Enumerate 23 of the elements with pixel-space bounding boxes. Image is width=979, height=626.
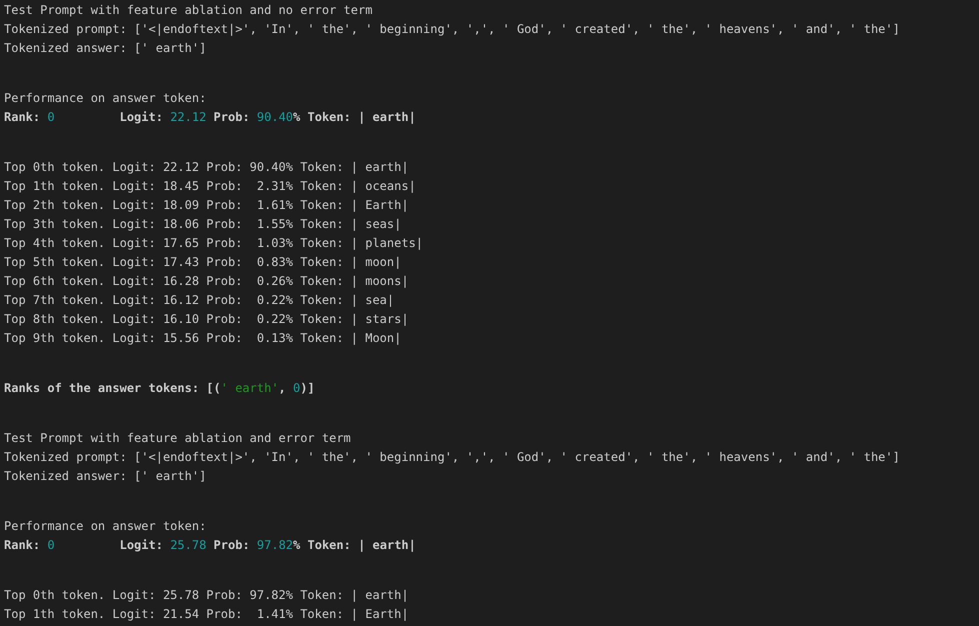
output-line: Tokenized prompt: ['<|endoftext|>', 'In', ' the', ' beginning', ',', ' God', ' created', ' the', ' heavens', ' and', ' the'] (4, 21, 901, 38)
output-line: Top 1th token. Logit: 18.45 Prob: 2.31% Token: | oceans| (4, 178, 417, 195)
output-line: Top 3th token. Logit: 18.06 Prob: 1.55% Token: | seas| (4, 216, 402, 233)
output-line: Test Prompt with feature ablation and error term (4, 430, 352, 447)
output-line: Performance on answer token: (4, 518, 208, 535)
output-line: Test Prompt with feature ablation and no error term (4, 2, 374, 19)
output-line: Tokenized answer: [' earth'] (4, 40, 208, 57)
result-line: Rank: 0 Logit: 22.12 Prob: 90.40% Token: | earth| (4, 109, 417, 126)
output-line: Top 0th token. Logit: 22.12 Prob: 90.40% Token: | earth| (4, 159, 410, 176)
output-line: Top 6th token. Logit: 16.28 Prob: 0.26% Token: | moons| (4, 273, 410, 290)
output-line: Performance on answer token: (4, 90, 208, 107)
output-line: Top 1th token. Logit: 21.54 Prob: 1.41% Token: | Earth| (4, 606, 410, 623)
output-line: Top 8th token. Logit: 16.10 Prob: 0.22% Token: | stars| (4, 311, 410, 328)
output-line: Top 0th token. Logit: 25.78 Prob: 97.82% Token: | earth| (4, 587, 410, 604)
ranks-line: Ranks of the answer tokens: [(' earth', 0)] (4, 380, 316, 397)
output-line: Top 5th token. Logit: 17.43 Prob: 0.83% Token: | moon| (4, 254, 402, 271)
output-line: Tokenized prompt: ['<|endoftext|>', 'In', ' the', ' beginning', ',', ' God', ' created', ' the', ' heavens', ' and', ' the'] (4, 449, 901, 466)
result-line: Rank: 0 Logit: 25.78 Prob: 97.82% Token: | earth| (4, 537, 417, 554)
output-line: Top 9th token. Logit: 15.56 Prob: 0.13% Token: | Moon| (4, 330, 402, 347)
output-line: Top 2th token. Logit: 18.09 Prob: 1.61% Token: | Earth| (4, 197, 410, 214)
output-line: Top 7th token. Logit: 16.12 Prob: 0.22% Token: | sea| (4, 292, 396, 309)
output-line: Tokenized answer: [' earth'] (4, 468, 208, 485)
output-line: Top 4th token. Logit: 17.65 Prob: 1.03% Token: | planets| (4, 235, 424, 252)
